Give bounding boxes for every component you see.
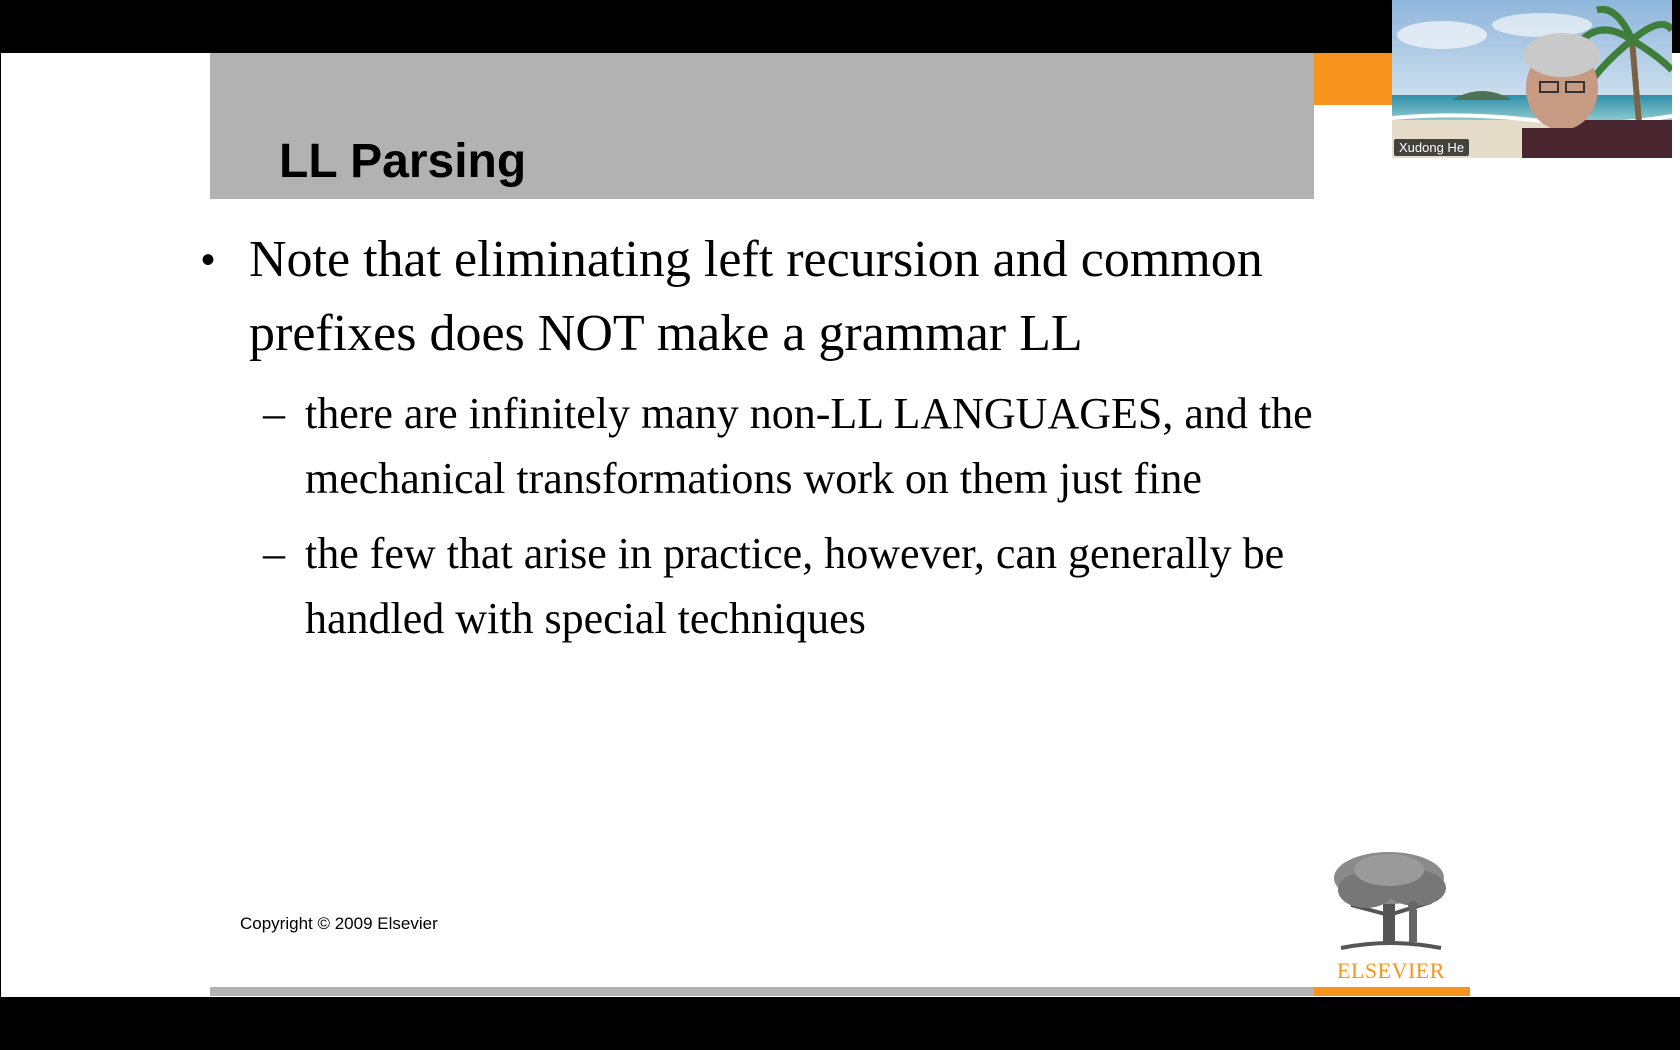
title-band: LL Parsing xyxy=(210,53,1314,199)
sub-bullet-line: mechanical transformations work on them … xyxy=(305,454,1202,503)
video-feed-icon xyxy=(1392,0,1672,158)
participant-name-label: Xudong He xyxy=(1394,139,1470,156)
presentation-slide: LL Parsing • Note that eliminating left … xyxy=(1,53,1680,997)
slide-content: • Note that eliminating left recursion a… xyxy=(201,223,1541,651)
slide-title: LL Parsing xyxy=(279,135,527,188)
sub-bullet-item: – the few that arise in practice, howeve… xyxy=(201,521,1541,651)
bullet-line: prefixes does NOT make a grammar LL xyxy=(249,305,1083,362)
title-accent-block xyxy=(1314,53,1394,105)
sub-bullet-line: there are infinitely many non-LL LANGUAG… xyxy=(305,389,1313,438)
sub-bullet-line: the few that arise in practice, however,… xyxy=(305,529,1285,578)
participant-video-tile[interactable]: Xudong He xyxy=(1392,0,1672,158)
dash-mark: – xyxy=(263,389,285,438)
dash-mark: – xyxy=(263,529,285,578)
footer-accent-bar xyxy=(1314,987,1470,996)
bullet-item: • Note that eliminating left recursion a… xyxy=(201,223,1541,371)
bullet-line: Note that eliminating left recursion and… xyxy=(249,231,1263,288)
tree-logo-icon xyxy=(1334,852,1446,950)
logo-wordmark: ELSEVIER xyxy=(1337,958,1445,983)
sub-bullet-line: handled with special techniques xyxy=(305,594,866,643)
copyright-text: Copyright © 2009 Elsevier xyxy=(240,914,438,933)
footer-bar xyxy=(210,987,1314,996)
sub-bullet-item: – there are infinitely many non-LL LANGU… xyxy=(201,381,1541,511)
elsevier-logo: ELSEVIER xyxy=(1331,850,1451,984)
bullet-mark: • xyxy=(201,238,216,282)
